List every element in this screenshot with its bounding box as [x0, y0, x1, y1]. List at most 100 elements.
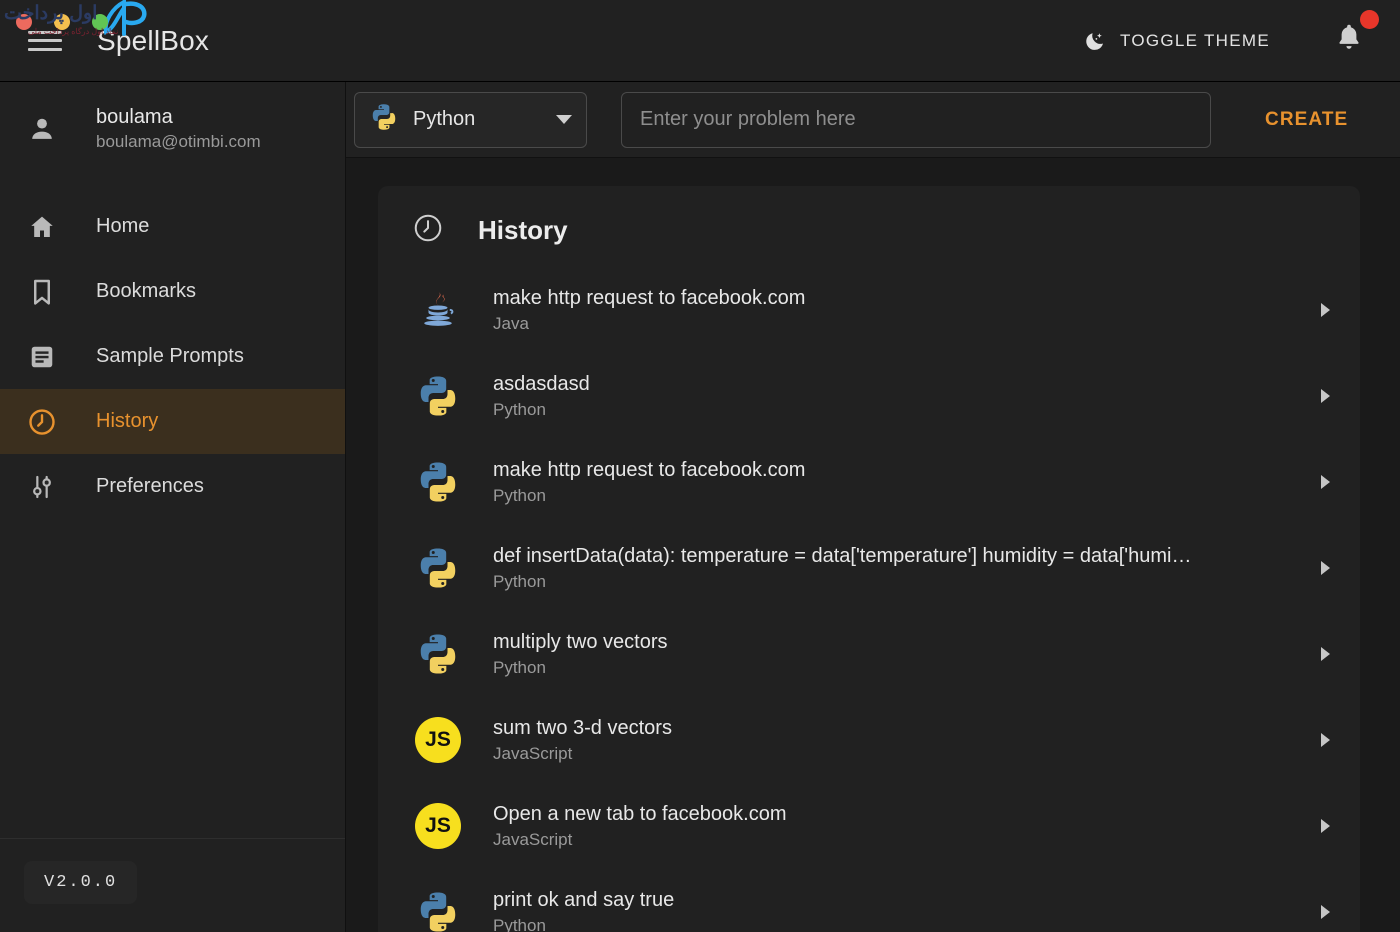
window-traffic-lights — [16, 14, 108, 30]
home-icon — [12, 213, 72, 241]
notifications-button[interactable] — [1328, 10, 1379, 65]
bell-icon — [1339, 24, 1359, 49]
language-logo: JS — [412, 800, 464, 852]
history-card: History make http request to facebook.co… — [378, 186, 1360, 932]
python-logo-icon — [420, 892, 456, 932]
language-select[interactable]: Python — [354, 91, 587, 148]
history-row-text: make http request to facebook.com Java — [493, 284, 1309, 336]
history-row-title: make http request to facebook.com — [493, 287, 806, 309]
sliders-icon — [12, 473, 72, 501]
person-icon — [12, 115, 72, 143]
history-row-title: make http request to facebook.com — [493, 459, 806, 481]
history-row-title: sum two 3-d vectors — [493, 717, 672, 739]
chevron-right-icon[interactable] — [1321, 561, 1330, 575]
toggle-theme-label: TOGGLE THEME — [1119, 30, 1270, 50]
js-logo-icon: JS — [415, 803, 461, 849]
history-row[interactable]: def insertData(data): temperature = data… — [378, 525, 1360, 611]
window-close-button[interactable] — [16, 14, 32, 30]
history-row-text: multiply two vectors Python — [493, 628, 1309, 680]
history-row[interactable]: multiply two vectors Python — [378, 611, 1360, 697]
history-row-title: Open a new tab to facebook.com — [493, 803, 787, 825]
toggle-theme-button[interactable]: TOGGLE THEME — [1073, 21, 1280, 61]
language-logo — [412, 284, 464, 336]
python-logo-icon — [420, 548, 456, 588]
sidebar-item-label: Sample Prompts — [96, 345, 244, 367]
language-logo — [412, 456, 464, 508]
history-row[interactable]: JS Open a new tab to facebook.com JavaScri… — [378, 783, 1360, 869]
history-row-language: Python — [493, 400, 546, 419]
prompt-toolbar: Python CREATE — [346, 82, 1400, 158]
history-row[interactable]: make http request to facebook.com Python — [378, 439, 1360, 525]
sidebar-item-label: Preferences — [96, 475, 204, 497]
history-row-language: Python — [493, 658, 546, 677]
chevron-right-icon[interactable] — [1321, 303, 1330, 317]
history-row-title: asdasdasd — [493, 373, 590, 395]
python-logo-icon — [369, 102, 399, 137]
history-row-text: make http request to facebook.com Python — [493, 456, 1309, 508]
sidebar-item-label: Home — [96, 215, 150, 237]
js-logo-icon: JS — [415, 717, 461, 763]
history-row-language: JavaScript — [493, 744, 573, 763]
moon-stars-icon — [1086, 32, 1103, 50]
history-row-text: sum two 3-d vectors JavaScript — [493, 714, 1309, 766]
history-row-text: asdasdasd Python — [493, 370, 1309, 422]
content-scroll-area: History make http request to facebook.co… — [346, 158, 1400, 932]
header-actions: TOGGLE THEME — [1073, 10, 1400, 65]
window-minimize-button[interactable] — [54, 14, 70, 30]
history-row-language: Python — [493, 916, 546, 932]
app-version-badge: V2.0.0 — [24, 861, 138, 904]
sidebar-user-email: boulama@otimbi.com — [96, 132, 261, 151]
history-row-text: print ok and say true Python — [493, 886, 1309, 932]
sidebar-item-sample-prompts[interactable]: Sample Prompts — [0, 324, 345, 389]
chevron-right-icon[interactable] — [1321, 647, 1330, 661]
sidebar-item-home[interactable]: Home — [0, 194, 345, 259]
history-row-title: multiply two vectors — [493, 631, 668, 653]
main-area: Python CREATE History — [346, 82, 1400, 932]
sidebar-item-bookmarks[interactable]: Bookmarks — [0, 259, 345, 324]
language-logo — [412, 628, 464, 680]
language-logo — [412, 886, 464, 932]
sidebar-item-preferences[interactable]: Preferences — [0, 454, 345, 519]
language-logo: JS — [412, 714, 464, 766]
sidebar: boulama boulama@otimbi.com Home Bookmark… — [0, 82, 346, 932]
history-row[interactable]: print ok and say true Python — [378, 869, 1360, 932]
language-logo — [412, 370, 464, 422]
sidebar-user-profile[interactable]: boulama boulama@otimbi.com — [0, 82, 345, 176]
chevron-right-icon[interactable] — [1321, 733, 1330, 747]
window-zoom-button[interactable] — [92, 14, 108, 30]
sidebar-item-label: History — [96, 410, 159, 432]
python-logo-icon — [420, 634, 456, 674]
chevron-down-icon — [556, 115, 572, 124]
app-body: boulama boulama@otimbi.com Home Bookmark… — [0, 82, 1400, 932]
bookmark-icon — [12, 278, 72, 306]
language-select-value: Python — [413, 108, 476, 130]
chevron-right-icon[interactable] — [1321, 905, 1330, 919]
history-row-text: def insertData(data): temperature = data… — [493, 542, 1309, 594]
create-button[interactable]: CREATE — [1249, 97, 1364, 143]
history-row-language: JavaScript — [493, 830, 573, 849]
hamburger-icon[interactable] — [28, 28, 62, 54]
app-header: اول پرداخت نماد اول درگاه پرداخت ملی Spe… — [0, 0, 1400, 82]
history-row[interactable]: make http request to facebook.com Java — [378, 267, 1360, 353]
language-logo — [412, 542, 464, 594]
history-row-title: def insertData(data): temperature = data… — [493, 545, 1192, 567]
history-row-title: print ok and say true — [493, 889, 675, 911]
app-window: اول پرداخت نماد اول درگاه پرداخت ملی Spe… — [0, 0, 1400, 932]
sidebar-user-meta: boulama boulama@otimbi.com — [96, 104, 261, 154]
history-row-language: Java — [493, 314, 529, 333]
chevron-right-icon[interactable] — [1321, 819, 1330, 833]
history-row[interactable]: JS sum two 3-d vectors JavaScript — [378, 697, 1360, 783]
problem-input[interactable] — [621, 91, 1211, 148]
document-icon — [12, 343, 72, 371]
history-row-text: Open a new tab to facebook.com JavaScript — [493, 800, 1309, 852]
history-row-language: Python — [493, 572, 546, 591]
clock-icon — [412, 212, 444, 249]
java-logo-icon — [424, 291, 454, 326]
sidebar-item-label: Bookmarks — [96, 280, 197, 302]
chevron-right-icon[interactable] — [1321, 389, 1330, 403]
chevron-right-icon[interactable] — [1321, 475, 1330, 489]
history-row[interactable]: asdasdasd Python — [378, 353, 1360, 439]
history-row-language: Python — [493, 486, 546, 505]
sidebar-item-history[interactable]: History — [0, 389, 345, 454]
